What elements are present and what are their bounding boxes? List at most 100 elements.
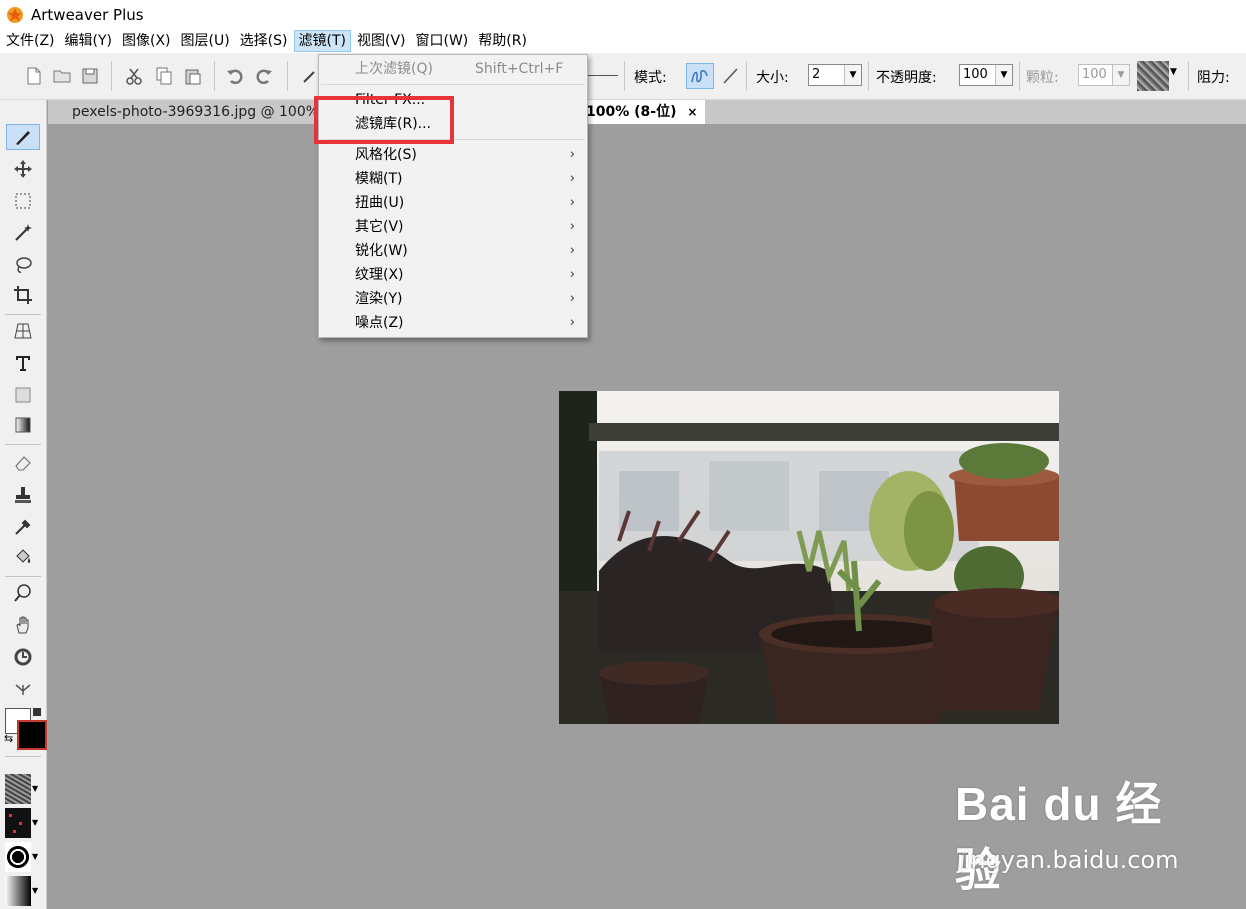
menu-image[interactable]: 图像(X) bbox=[118, 30, 175, 52]
rectangle-select-icon bbox=[15, 193, 31, 209]
eraser-tool[interactable] bbox=[6, 450, 40, 476]
chevron-down-icon[interactable]: ▼ bbox=[844, 65, 861, 85]
zoom-icon bbox=[14, 584, 31, 602]
menu-item-last-filter[interactable]: 上次滤镜(Q) Shift+Ctrl+F bbox=[319, 57, 587, 81]
menu-item-texture[interactable]: 纹理(X) › bbox=[319, 263, 587, 287]
paste-icon[interactable] bbox=[183, 66, 203, 86]
submenu-label: 纹理(X) bbox=[355, 267, 404, 283]
chevron-down-icon[interactable]: ▼ bbox=[32, 852, 38, 861]
cut-icon[interactable] bbox=[124, 66, 144, 86]
magic-wand-tool[interactable] bbox=[6, 220, 40, 246]
window-title: Artweaver Plus bbox=[31, 5, 144, 24]
lasso-tool[interactable] bbox=[6, 252, 40, 278]
menu-item-render[interactable]: 渲染(Y) › bbox=[319, 287, 587, 311]
baidu-watermark: Bai du 经验 jingyan.baidu.com bbox=[955, 768, 1195, 896]
close-icon[interactable]: × bbox=[687, 105, 697, 119]
magic-wand-icon bbox=[15, 224, 32, 241]
brush-preset-icon[interactable] bbox=[300, 66, 320, 86]
menu-item-noise[interactable]: 噪点(Z) › bbox=[319, 311, 587, 335]
stamp-icon bbox=[15, 487, 31, 503]
reset-colors-icon[interactable] bbox=[33, 708, 41, 716]
document-tab-bar: pexels-photo-3969316.jpg @ 100% ( 100% (… bbox=[48, 100, 1246, 124]
size-select[interactable]: 2 ▼ bbox=[808, 64, 862, 86]
tab-document-inactive[interactable]: pexels-photo-3969316.jpg @ 100% ( bbox=[64, 100, 337, 124]
succulent-photo bbox=[559, 391, 1059, 724]
eyedropper-tool[interactable] bbox=[6, 514, 40, 540]
texture-preset-swatch[interactable] bbox=[5, 774, 31, 804]
chevron-right-icon: › bbox=[569, 171, 575, 186]
crop-tool[interactable] bbox=[6, 282, 40, 308]
move-tool[interactable] bbox=[6, 156, 40, 182]
chevron-down-icon[interactable]: ▼ bbox=[1112, 65, 1129, 85]
menu-edit[interactable]: 编辑(Y) bbox=[61, 30, 116, 52]
menu-bar: 文件(Z) 编辑(Y) 图像(X) 图层(U) 选择(S) 滤镜(T) 视图(V… bbox=[0, 29, 1246, 53]
canvas-image[interactable] bbox=[559, 391, 1059, 724]
text-icon bbox=[16, 356, 30, 371]
options-toolbar: 模式: 大小: 2 ▼ 不透明度: 100 ▼ 颗粒: 100 ▼ ▼ 阻力: bbox=[0, 53, 1246, 100]
menu-file[interactable]: 文件(Z) bbox=[2, 30, 59, 52]
chevron-down-icon[interactable]: ▼ bbox=[995, 65, 1012, 85]
chevron-right-icon: › bbox=[569, 219, 575, 234]
chevron-right-icon: › bbox=[569, 147, 575, 162]
copy-icon[interactable] bbox=[154, 66, 174, 86]
grain-label: 颗粒: bbox=[1026, 70, 1059, 86]
grain-value: 100 bbox=[1082, 67, 1107, 82]
gradient-preset-swatch[interactable] bbox=[5, 876, 31, 906]
menu-select[interactable]: 选择(S) bbox=[236, 30, 292, 52]
texture-swatch[interactable] bbox=[1137, 61, 1169, 91]
tab-document-active[interactable]: 100% (8-位) × bbox=[578, 100, 706, 124]
perspective-tool[interactable] bbox=[6, 318, 40, 344]
menu-item-distort[interactable]: 扭曲(U) › bbox=[319, 191, 587, 215]
menu-item-blur[interactable]: 模糊(T) › bbox=[319, 167, 587, 191]
redo-icon[interactable] bbox=[254, 66, 274, 86]
chevron-down-icon[interactable]: ▼ bbox=[1170, 67, 1177, 77]
highlight-annotation bbox=[314, 96, 454, 144]
menu-item-sharpen[interactable]: 锐化(W) › bbox=[319, 239, 587, 263]
chevron-right-icon: › bbox=[569, 291, 575, 306]
shape-tool[interactable] bbox=[6, 382, 40, 408]
opacity-value: 100 bbox=[963, 67, 988, 82]
menu-layer[interactable]: 图层(U) bbox=[177, 30, 234, 52]
new-file-icon[interactable] bbox=[24, 66, 44, 86]
last-filter-label: 上次滤镜(Q) bbox=[355, 61, 433, 77]
perspective-grid-icon bbox=[14, 323, 32, 339]
grain-select[interactable]: 100 ▼ bbox=[1078, 64, 1130, 86]
rotate-tool[interactable] bbox=[6, 644, 40, 670]
tab-document-title: 100% (8-位) bbox=[586, 104, 677, 120]
mode-freehand-button[interactable] bbox=[686, 63, 714, 89]
menu-window[interactable]: 窗口(W) bbox=[412, 30, 473, 52]
eraser-icon bbox=[15, 456, 31, 471]
paint-bucket-tool[interactable] bbox=[6, 544, 40, 570]
chevron-right-icon: › bbox=[569, 195, 575, 210]
chevron-down-icon[interactable]: ▼ bbox=[32, 886, 38, 895]
chevron-down-icon[interactable]: ▼ bbox=[32, 818, 38, 827]
symmetry-tool[interactable] bbox=[6, 674, 40, 700]
zoom-tool[interactable] bbox=[6, 580, 40, 606]
line-stroke-icon[interactable] bbox=[720, 66, 740, 86]
rect-select-tool[interactable] bbox=[6, 188, 40, 214]
pattern-preset-swatch[interactable] bbox=[5, 808, 31, 838]
menu-item-other[interactable]: 其它(V) › bbox=[319, 215, 587, 239]
open-file-icon[interactable] bbox=[52, 66, 72, 86]
hand-icon bbox=[16, 616, 29, 634]
chevron-down-icon[interactable]: ▼ bbox=[32, 784, 38, 793]
menu-help[interactable]: 帮助(R) bbox=[474, 30, 531, 52]
clone-stamp-tool[interactable] bbox=[6, 482, 40, 508]
opacity-label: 不透明度: bbox=[876, 70, 937, 86]
menu-filter[interactable]: 滤镜(T) bbox=[293, 30, 351, 52]
foreground-color-swatch[interactable] bbox=[17, 720, 47, 750]
brush-tool[interactable] bbox=[6, 124, 40, 150]
hand-tool[interactable] bbox=[6, 612, 40, 638]
save-icon[interactable] bbox=[80, 66, 100, 86]
submenu-label: 模糊(T) bbox=[355, 171, 403, 187]
undo-icon[interactable] bbox=[225, 66, 245, 86]
opacity-select[interactable]: 100 ▼ bbox=[959, 64, 1013, 86]
baidu-logo: Bai du 经验 bbox=[955, 778, 1163, 896]
gradient-tool[interactable] bbox=[6, 412, 40, 438]
swap-colors-icon[interactable]: ⇆ bbox=[4, 732, 13, 745]
menu-view[interactable]: 视图(V) bbox=[353, 30, 410, 52]
brush-shape-preset-swatch[interactable] bbox=[5, 842, 31, 872]
crop-icon bbox=[14, 286, 32, 304]
text-tool[interactable] bbox=[6, 350, 40, 376]
menu-item-stylize[interactable]: 风格化(S) › bbox=[319, 143, 587, 167]
